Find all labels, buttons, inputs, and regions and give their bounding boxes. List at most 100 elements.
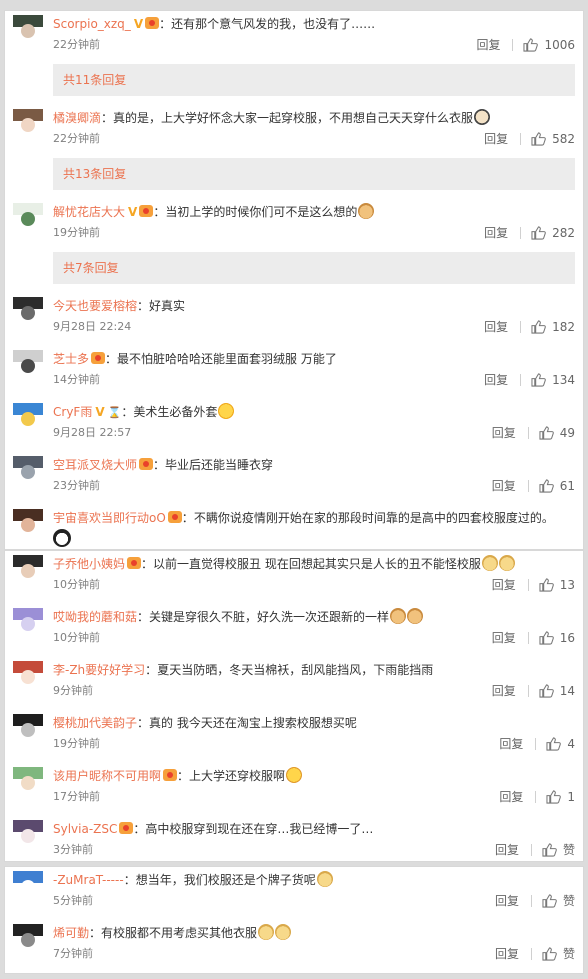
comments-panel-middle: 子乔他小姨妈 ：以前一直觉得校服丑 现在回想起其实只是人长的丑不能怪校服 10分钟… xyxy=(4,550,584,862)
reply-button[interactable]: 回复 xyxy=(495,842,519,858)
like-button[interactable]: 582 xyxy=(531,131,575,147)
avatar[interactable] xyxy=(13,767,43,797)
comment-item: 子乔他小姨妈 ：以前一直觉得校服丑 现在回想起其实只是人长的丑不能怪校服 10分钟… xyxy=(5,551,583,604)
username[interactable]: 李-Zh要好好学习 xyxy=(53,663,145,677)
username[interactable]: -ZuMraT----- xyxy=(53,873,124,887)
panda-emoji-icon xyxy=(53,529,71,547)
timestamp: 23分钟前 xyxy=(53,479,100,492)
reply-button[interactable]: 回复 xyxy=(499,736,523,752)
thumbs-up-icon xyxy=(531,373,546,387)
comment-text: 以前一直觉得校服丑 现在回想起其实只是人长的丑不能怪校服 xyxy=(153,557,481,571)
reply-button[interactable]: 回复 xyxy=(484,225,508,241)
like-button[interactable]: 16 xyxy=(539,630,575,646)
like-button[interactable]: 赞 xyxy=(542,946,575,962)
reply-button[interactable]: 回复 xyxy=(484,131,508,147)
divider xyxy=(520,374,522,386)
avatar[interactable] xyxy=(13,714,43,744)
view-replies-link[interactable]: 共11条回复 xyxy=(53,64,575,96)
timestamp: 9分钟前 xyxy=(53,684,93,697)
like-count: 14 xyxy=(559,684,575,698)
like-button[interactable]: 1006 xyxy=(523,37,575,53)
like-button[interactable]: 49 xyxy=(539,425,575,441)
avatar[interactable] xyxy=(13,555,43,585)
like-count: 赞 xyxy=(562,947,575,961)
facepalm-emoji-icon xyxy=(474,109,491,125)
divider xyxy=(527,480,529,492)
reply-button[interactable]: 回复 xyxy=(484,372,508,388)
username[interactable]: 子乔他小姨妈 xyxy=(53,557,125,571)
avatar[interactable] xyxy=(13,924,43,954)
reply-button[interactable]: 回复 xyxy=(492,425,516,441)
comment-text: 当初上学的时候你们可不是这么想的 xyxy=(165,205,358,219)
username[interactable]: 宇宙喜欢当即行动oO xyxy=(53,511,166,525)
comment-item: 烯可勤：有校服都不用考虑买其他衣服 7分钟前 回复 赞 xyxy=(5,920,583,973)
username[interactable]: 橘溴卿滴 xyxy=(53,111,101,125)
view-replies-link[interactable]: 共7条回复 xyxy=(53,252,575,284)
reply-button[interactable]: 回复 xyxy=(492,577,516,593)
medal-icon xyxy=(163,769,178,781)
avatar[interactable] xyxy=(13,109,43,139)
colon: ： xyxy=(101,111,114,125)
avatar[interactable] xyxy=(13,509,43,539)
username[interactable]: 樱桃加代美韵子 xyxy=(53,716,137,730)
medal-icon xyxy=(139,458,154,470)
reply-button[interactable]: 回复 xyxy=(495,946,519,962)
avatar[interactable] xyxy=(13,403,43,433)
username[interactable]: 哎呦我的蘑和菇 xyxy=(53,610,137,624)
medal-icon xyxy=(127,557,142,569)
like-count: 61 xyxy=(559,479,575,493)
like-button[interactable]: 赞 xyxy=(542,893,575,909)
avatar[interactable] xyxy=(13,350,43,380)
reply-button[interactable]: 回复 xyxy=(476,37,500,53)
username[interactable]: 烯可勤 xyxy=(53,926,89,940)
like-button[interactable]: 1 xyxy=(546,789,575,805)
comment-item: 哎呦我的蘑和菇：关键是穿很久不脏，好久洗一次还跟新的一样 10分钟前 回复 16 xyxy=(5,604,583,657)
username[interactable]: 空耳派叉烧大师 xyxy=(53,458,137,472)
reply-button[interactable]: 回复 xyxy=(492,683,516,699)
thumbs-up-icon xyxy=(531,320,546,334)
avatar[interactable] xyxy=(13,15,43,45)
avatar[interactable] xyxy=(13,203,43,233)
cat-emoji-icon xyxy=(390,608,407,624)
reply-button[interactable]: 回复 xyxy=(495,893,519,909)
username[interactable]: 芝士多 xyxy=(53,352,89,366)
like-button[interactable]: 4 xyxy=(546,736,575,752)
avatar[interactable] xyxy=(13,297,43,327)
like-count: 13 xyxy=(559,578,575,592)
username[interactable]: CryF雨 xyxy=(53,405,92,419)
comment-text: 关键是穿很久不脏，好久洗一次还跟新的一样 xyxy=(149,610,390,624)
avatar[interactable] xyxy=(13,820,43,850)
like-button[interactable]: 赞 xyxy=(542,842,575,858)
like-button[interactable]: 14 xyxy=(539,683,575,699)
doge-emoji-icon xyxy=(275,924,292,940)
like-button[interactable]: 134 xyxy=(531,372,575,388)
username[interactable]: 解忧花店大大 xyxy=(53,205,125,219)
colon: ： xyxy=(133,822,146,836)
comment-text: 毕业后还能当睡衣穿 xyxy=(165,458,274,472)
reply-button[interactable]: 回复 xyxy=(484,319,508,335)
avatar[interactable] xyxy=(13,608,43,638)
comment-text: 真的是，上大学好怀念大家一起穿校服，不用想自己天天穿什么衣服 xyxy=(113,111,474,125)
like-button[interactable]: 282 xyxy=(531,225,575,241)
reply-button[interactable]: 回复 xyxy=(492,478,516,494)
username[interactable]: Sylvia-ZSC xyxy=(53,822,117,836)
medal-icon xyxy=(145,17,160,29)
comment-text: 美术生必备外套 xyxy=(133,405,218,419)
view-replies-link[interactable]: 共13条回复 xyxy=(53,158,575,190)
divider xyxy=(520,133,522,145)
avatar[interactable] xyxy=(13,871,43,901)
like-button[interactable]: 182 xyxy=(531,319,575,335)
username[interactable]: 今天也要爱榕榕 xyxy=(53,299,137,313)
like-button[interactable]: 61 xyxy=(539,478,575,494)
like-button[interactable]: 13 xyxy=(539,577,575,593)
colon: ： xyxy=(145,663,158,677)
comment-item: 解忧花店大大 V ：当初上学的时候你们可不是这么想的 19分钟前 回复 282 xyxy=(5,199,583,252)
colon: ： xyxy=(89,926,102,940)
reply-button[interactable]: 回复 xyxy=(499,789,523,805)
timestamp: 14分钟前 xyxy=(53,373,100,386)
avatar[interactable] xyxy=(13,661,43,691)
avatar[interactable] xyxy=(13,456,43,486)
reply-button[interactable]: 回复 xyxy=(492,630,516,646)
username[interactable]: 该用户昵称不可用啊 xyxy=(53,769,161,783)
username[interactable]: Scorpio_xzq_ xyxy=(53,17,131,31)
